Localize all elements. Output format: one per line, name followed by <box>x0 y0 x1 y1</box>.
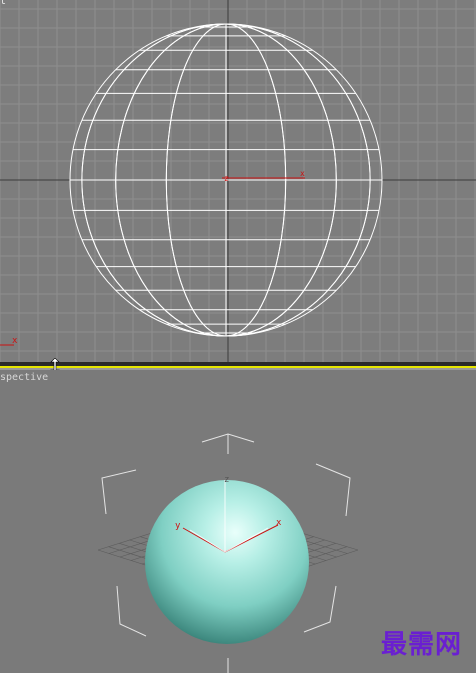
transform-gizmo: x z <box>222 169 305 183</box>
watermark-logo: 最需网 <box>380 630 462 660</box>
top-viewport-canvas: x z x <box>0 0 476 362</box>
svg-text:z: z <box>224 174 229 183</box>
axis-x-label: x <box>276 518 282 528</box>
axis-x-label: x <box>12 336 18 346</box>
axis-z-label: z <box>224 475 229 485</box>
viewport-label-perspective[interactable]: spective <box>0 372 48 384</box>
svg-text:x: x <box>300 169 305 178</box>
axis-tripod-icon: x <box>0 336 18 346</box>
sphere-object <box>145 480 309 644</box>
axis-y-label: y <box>175 521 181 531</box>
top-viewport[interactable]: x z x t <box>0 0 476 362</box>
viewport-label-top[interactable]: t <box>0 0 6 8</box>
grid <box>0 0 476 362</box>
